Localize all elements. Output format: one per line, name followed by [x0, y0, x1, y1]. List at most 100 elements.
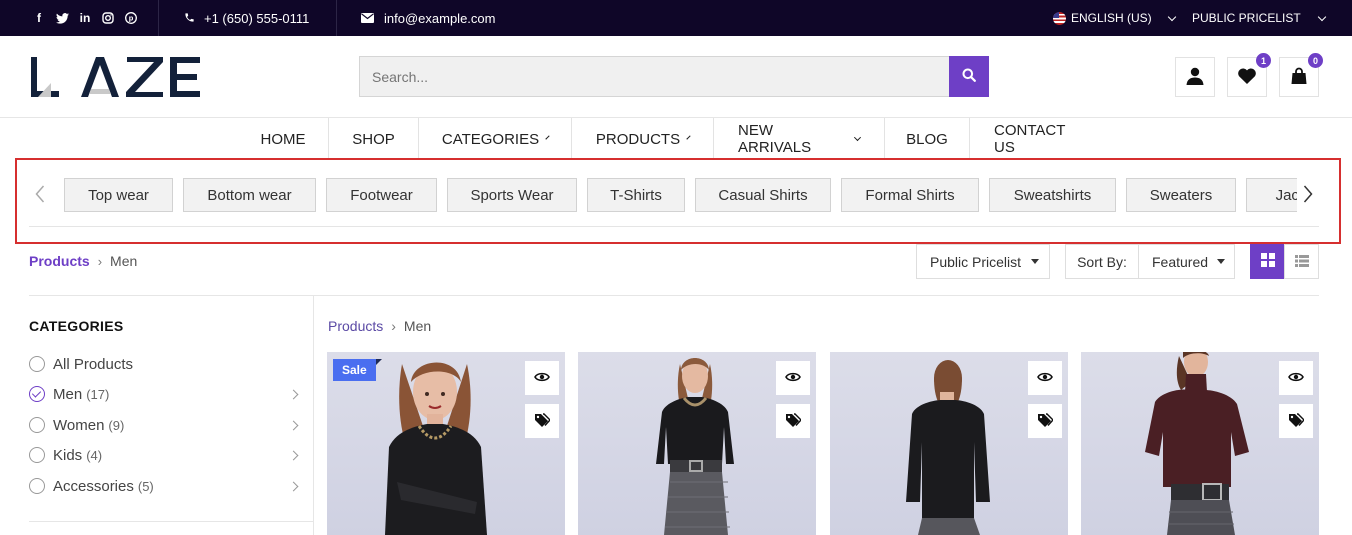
grid-view-button[interactable]: [1250, 244, 1285, 279]
compare-button[interactable]: [776, 404, 810, 438]
category-count: (9): [108, 417, 125, 433]
chevron-right-icon: ›: [97, 253, 103, 269]
nav-categories[interactable]: CATEGORIES: [419, 118, 572, 160]
site-logo[interactable]: [29, 57, 201, 97]
breadcrumb-link-products[interactable]: Products: [328, 318, 383, 334]
radio-icon: [29, 478, 45, 494]
sort-control: Sort By: Featured: [1065, 244, 1235, 279]
nav-home[interactable]: HOME: [238, 118, 329, 160]
main-nav: HOME SHOP CATEGORIES PRODUCTS NEW ARRIVA…: [238, 118, 1104, 160]
sidebar-divider: [29, 521, 313, 522]
compare-button[interactable]: [525, 404, 559, 438]
section-divider: [29, 295, 1319, 296]
wishlist-count-badge: 1: [1256, 53, 1271, 68]
pinterest-icon[interactable]: p: [124, 12, 138, 24]
quick-view-button[interactable]: [776, 361, 810, 395]
nav-label: BLOG: [906, 130, 948, 148]
cart-button[interactable]: 0: [1279, 53, 1323, 97]
wishlist-button[interactable]: 1: [1227, 53, 1271, 97]
categories-heading: CATEGORIES: [29, 318, 124, 334]
chip-sports-wear[interactable]: Sports Wear: [447, 178, 577, 212]
social-links: f in p: [32, 0, 138, 36]
email-link[interactable]: info@example.com: [361, 0, 495, 36]
phone-link[interactable]: +1 (650) 555-0111: [184, 0, 309, 36]
phone-number: +1 (650) 555-0111: [204, 10, 310, 26]
chevron-right-icon[interactable]: [288, 420, 299, 430]
category-all-products[interactable]: All Products: [29, 353, 301, 375]
category-men[interactable]: Men (17): [29, 383, 301, 405]
pricelist-label: PUBLIC PRICELIST: [1192, 11, 1301, 25]
instagram-icon[interactable]: [101, 12, 115, 24]
pricelist-dropdown-label: Public Pricelist: [930, 253, 1022, 270]
chip-top-wear[interactable]: Top wear: [64, 178, 173, 212]
chip-footwear[interactable]: Footwear: [326, 178, 437, 212]
product-card[interactable]: [578, 352, 816, 535]
category-kids[interactable]: Kids (4): [29, 444, 301, 466]
nav-products[interactable]: PRODUCTS: [572, 118, 714, 160]
category-women[interactable]: Women (9): [29, 414, 301, 436]
twitter-icon[interactable]: [55, 12, 69, 24]
chevron-down-icon: [1167, 12, 1176, 21]
chevron-right-icon[interactable]: [288, 481, 299, 491]
nav-shop[interactable]: SHOP: [329, 118, 419, 160]
language-selector[interactable]: ENGLISH (US): [1053, 0, 1176, 36]
linkedin-icon[interactable]: in: [78, 11, 92, 25]
chevron-down-icon: [686, 135, 691, 140]
sort-label: Sort By:: [1066, 245, 1139, 278]
category-count: (4): [86, 447, 103, 463]
search-bar: [359, 56, 989, 97]
product-card[interactable]: [1081, 352, 1319, 535]
carousel-prev-button[interactable]: [29, 165, 51, 226]
caret-down-icon: [1217, 259, 1226, 264]
chip-formal-shirts[interactable]: Formal Shirts: [841, 178, 979, 212]
chevron-right-icon[interactable]: [288, 450, 299, 460]
chip-t-shirts[interactable]: T-Shirts: [587, 178, 685, 212]
chip-sweatshirts[interactable]: Sweatshirts: [989, 178, 1116, 212]
sidebar-divider: [313, 296, 314, 535]
user-icon: [1185, 66, 1205, 89]
chevron-down-icon: [1317, 12, 1326, 21]
nav-blog[interactable]: BLOG: [885, 118, 970, 160]
chip-casual-shirts[interactable]: Casual Shirts: [695, 178, 831, 212]
quick-view-button[interactable]: [1028, 361, 1062, 395]
list-view-button[interactable]: [1284, 244, 1319, 279]
search-button[interactable]: [949, 56, 989, 97]
product-card[interactable]: Sale: [327, 352, 565, 535]
pricelist-selector[interactable]: PUBLIC PRICELIST: [1192, 0, 1326, 36]
category-label: Accessories: [53, 477, 134, 495]
product-card[interactable]: [830, 352, 1068, 535]
breadcrumb-current: Men: [403, 318, 432, 334]
chip-sweaters[interactable]: Sweaters: [1126, 178, 1236, 212]
category-accessories[interactable]: Accessories (5): [29, 475, 301, 497]
category-count: (17): [86, 386, 110, 402]
sort-dropdown[interactable]: Featured: [1139, 245, 1234, 278]
caret-down-icon: [1031, 259, 1040, 264]
nav-contact-us[interactable]: CONTACT US: [970, 118, 1104, 160]
account-button[interactable]: [1175, 57, 1215, 97]
facebook-icon[interactable]: f: [32, 11, 46, 25]
breadcrumb-link-products[interactable]: Products: [29, 253, 90, 269]
cart-count-badge: 0: [1308, 53, 1323, 68]
radio-icon: [29, 417, 45, 433]
eye-icon: [534, 370, 550, 386]
quick-view-button[interactable]: [525, 361, 559, 395]
chevron-down-icon: [545, 135, 550, 140]
nav-label: CATEGORIES: [441, 130, 540, 148]
pricelist-dropdown[interactable]: Public Pricelist: [916, 244, 1050, 279]
compare-button[interactable]: [1028, 404, 1062, 438]
chevron-right-icon[interactable]: [288, 389, 299, 399]
quick-view-button[interactable]: [1279, 361, 1313, 395]
chip-bottom-wear[interactable]: Bottom wear: [183, 178, 316, 212]
category-label: Men: [53, 385, 83, 403]
search-input[interactable]: [359, 56, 949, 97]
sort-value: Featured: [1152, 253, 1209, 270]
carousel-next-button[interactable]: [1297, 165, 1319, 226]
grid-icon: [1260, 253, 1275, 270]
nav-new-arrivals[interactable]: NEW ARRIVALS: [714, 118, 885, 160]
breadcrumb-current: Men: [110, 253, 138, 269]
search-icon: [962, 68, 976, 85]
list-icon: [1294, 254, 1309, 270]
nav-label: SHOP: [352, 130, 395, 148]
compare-button[interactable]: [1279, 404, 1313, 438]
breadcrumb: Products › Men: [29, 253, 137, 269]
